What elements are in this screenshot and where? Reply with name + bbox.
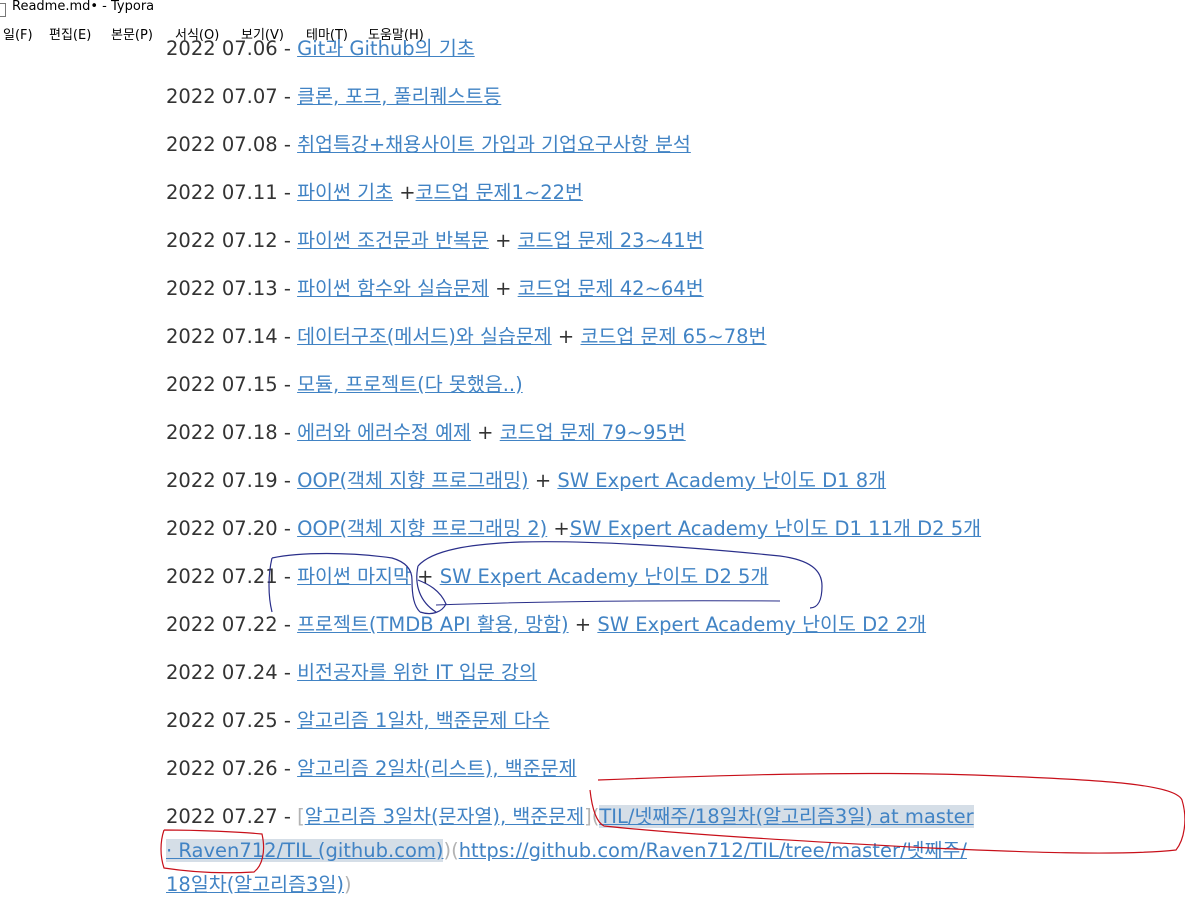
entry-2022-07-11: 2022 07.11 - 파이썬 기초 +코드업 문제1~22번 bbox=[166, 179, 583, 207]
menu-help[interactable]: 도움말(H) bbox=[368, 27, 424, 45]
title-bar: Readme.md• - Typora bbox=[0, 0, 1185, 24]
entry-2022-07-18: 2022 07.18 - 에러와 에러수정 예제 + 코드업 문제 79~95번 bbox=[166, 419, 686, 447]
entry-separator: - bbox=[277, 757, 298, 780]
menu-themes[interactable]: 테마(T) bbox=[306, 27, 348, 45]
entry-date: 2022 07.18 bbox=[166, 421, 278, 444]
document-icon bbox=[0, 3, 6, 17]
typora-window: Readme.md• - Typora 일(F) 편집(E) 본문(P) 서식(… bbox=[0, 0, 1185, 918]
entry-separator: - bbox=[277, 661, 298, 684]
entry-separator: - bbox=[277, 373, 298, 396]
entry-connector: + bbox=[410, 565, 440, 588]
entry-link[interactable]: 파이썬 조건문과 반복문 bbox=[297, 229, 489, 252]
entry-date: 2022 07.12 bbox=[166, 229, 278, 252]
markdown-bracket: ]( bbox=[584, 805, 600, 828]
entry-connector: + bbox=[488, 277, 518, 300]
entry-separator: - bbox=[277, 421, 298, 444]
entry-link[interactable]: 코드업 문제 79~95번 bbox=[500, 421, 686, 444]
entry-connector: + bbox=[470, 421, 500, 444]
menu-paragraph[interactable]: 본문(P) bbox=[111, 27, 153, 45]
markdown-paren: )( bbox=[443, 839, 459, 862]
markdown-bracket: [ bbox=[297, 805, 305, 828]
entry-2022-07-08: 2022 07.08 - 취업특강+채용사이트 가입과 기업요구사항 분석 bbox=[166, 131, 691, 159]
menu-edit[interactable]: 편집(E) bbox=[49, 27, 91, 45]
entry-date: 2022 07.27 bbox=[166, 805, 278, 828]
entry-link[interactable]: 알고리즘 3일차(문자열), 백준문제 bbox=[305, 805, 584, 828]
entry-2022-07-26: 2022 07.26 - 알고리즘 2일차(리스트), 백준문제 bbox=[166, 755, 577, 783]
entry-link[interactable]: 에러와 에러수정 예제 bbox=[297, 421, 471, 444]
entry-2022-07-14: 2022 07.14 - 데이터구조(메서드)와 실습문제 + 코드업 문제 6… bbox=[166, 323, 767, 351]
entry-connector: + bbox=[528, 469, 558, 492]
entry-separator: - bbox=[277, 613, 298, 636]
entry-separator: - bbox=[277, 133, 298, 156]
entry-connector: + bbox=[488, 229, 518, 252]
entry-separator: - bbox=[277, 565, 298, 588]
entry-separator: - bbox=[277, 85, 298, 108]
entry-separator: - bbox=[277, 229, 298, 252]
blue-pen-mark bbox=[435, 600, 781, 606]
entry-2022-07-24: 2022 07.24 - 비전공자를 위한 IT 입문 강의 bbox=[166, 659, 537, 687]
menu-view[interactable]: 보기(V) bbox=[241, 27, 284, 45]
entry-link[interactable]: SW Expert Academy 난이도 D1 11개 D2 5개 bbox=[570, 517, 981, 540]
entry-separator: - bbox=[277, 805, 298, 828]
entry-link[interactable]: 코드업 문제 42~64번 bbox=[518, 277, 704, 300]
entry-link[interactable]: 비전공자를 위한 IT 입문 강의 bbox=[297, 661, 537, 684]
entry-link[interactable]: 코드업 문제 23~41번 bbox=[518, 229, 704, 252]
entry-date: 2022 07.21 bbox=[166, 565, 278, 588]
entry-2022-07-12: 2022 07.12 - 파이썬 조건문과 반복문 + 코드업 문제 23~41… bbox=[166, 227, 704, 255]
entry-date: 2022 07.24 bbox=[166, 661, 278, 684]
entry-separator: - bbox=[277, 277, 298, 300]
entry-separator: - bbox=[277, 325, 298, 348]
entry-link[interactable]: 파이썬 기초 bbox=[297, 181, 393, 204]
entry-link[interactable]: 모듈, 프로젝트(다 못했음..) bbox=[297, 373, 523, 396]
entry-date: 2022 07.20 bbox=[166, 517, 278, 540]
entry-link[interactable]: 취업특강+채용사이트 가입과 기업요구사항 분석 bbox=[297, 133, 691, 156]
menu-bar: 일(F) 편집(E) 본문(P) 서식(O) 보기(V) 테마(T) 도움말(H… bbox=[0, 26, 1185, 48]
entry-2022-07-19: 2022 07.19 - OOP(객체 지향 프로그래밍) + SW Exper… bbox=[166, 467, 886, 495]
entry-2022-07-25: 2022 07.25 - 알고리즘 1일차, 백준문제 다수 bbox=[166, 707, 550, 735]
entry-link[interactable]: 클론, 포크, 풀리퀘스트등 bbox=[297, 85, 501, 108]
entry-2022-07-20: 2022 07.20 - OOP(객체 지향 프로그래밍 2) +SW Expe… bbox=[166, 515, 981, 543]
entry-date: 2022 07.11 bbox=[166, 181, 278, 204]
entry-date: 2022 07.15 bbox=[166, 373, 278, 396]
entry-2022-07-21: 2022 07.21 - 파이썬 마지막 + SW Expert Academy… bbox=[166, 563, 768, 591]
menu-format[interactable]: 서식(O) bbox=[175, 27, 219, 45]
entry-link[interactable]: SW Expert Academy 난이도 D2 2개 bbox=[597, 613, 926, 636]
entry-date: 2022 07.19 bbox=[166, 469, 278, 492]
entry-date: 2022 07.25 bbox=[166, 709, 278, 732]
entry-2022-07-15: 2022 07.15 - 모듈, 프로젝트(다 못했음..) bbox=[166, 371, 523, 399]
entry-link[interactable]: SW Expert Academy 난이도 D2 5개 bbox=[440, 565, 769, 588]
entry-link[interactable]: 알고리즘 2일차(리스트), 백준문제 bbox=[297, 757, 576, 780]
menu-file[interactable]: 일(F) bbox=[3, 27, 33, 45]
entry-separator: - bbox=[277, 181, 298, 204]
entry-date: 2022 07.14 bbox=[166, 325, 278, 348]
markdown-paren: ) bbox=[344, 873, 352, 896]
window-title: Readme.md• - Typora bbox=[12, 0, 155, 14]
entry-2022-07-07: 2022 07.07 - 클론, 포크, 풀리퀘스트등 bbox=[166, 83, 501, 111]
entry-link[interactable]: 파이썬 마지막 bbox=[297, 565, 411, 588]
entry-date: 2022 07.13 bbox=[166, 277, 278, 300]
entry-date: 2022 07.22 bbox=[166, 613, 278, 636]
entry-link[interactable]: SW Expert Academy 난이도 D1 8개 bbox=[557, 469, 886, 492]
entry-link[interactable]: 코드업 문제1~22번 bbox=[416, 181, 583, 204]
entry-connector: + bbox=[568, 613, 598, 636]
entry-connector: + bbox=[551, 325, 581, 348]
entry-2022-07-22: 2022 07.22 - 프로젝트(TMDB API 활용, 망함) + SW … bbox=[166, 611, 926, 639]
entry-link[interactable]: 알고리즘 1일차, 백준문제 다수 bbox=[297, 709, 549, 732]
entry-2022-07-27: 2022 07.27 - [알고리즘 3일차(문자열), 백준문제](TIL/넷… bbox=[166, 800, 976, 902]
entry-date: 2022 07.07 bbox=[166, 85, 278, 108]
entry-separator: - bbox=[277, 517, 298, 540]
entry-separator: - bbox=[277, 709, 298, 732]
entry-2022-07-13: 2022 07.13 - 파이썬 함수와 실습문제 + 코드업 문제 42~64… bbox=[166, 275, 704, 303]
entry-link[interactable]: OOP(객체 지향 프로그래밍 2) bbox=[297, 517, 547, 540]
entry-link[interactable]: 데이터구조(메서드)와 실습문제 bbox=[297, 325, 552, 348]
entry-link[interactable]: 프로젝트(TMDB API 활용, 망함) bbox=[297, 613, 569, 636]
entry-link[interactable]: 코드업 문제 65~78번 bbox=[580, 325, 766, 348]
entry-date: 2022 07.08 bbox=[166, 133, 278, 156]
entry-connector: + bbox=[393, 181, 416, 204]
entry-link[interactable]: OOP(객체 지향 프로그래밍) bbox=[297, 469, 529, 492]
entry-separator: - bbox=[277, 469, 298, 492]
entry-connector: + bbox=[547, 517, 570, 540]
entry-link[interactable]: 파이썬 함수와 실습문제 bbox=[297, 277, 489, 300]
entry-date: 2022 07.26 bbox=[166, 757, 278, 780]
